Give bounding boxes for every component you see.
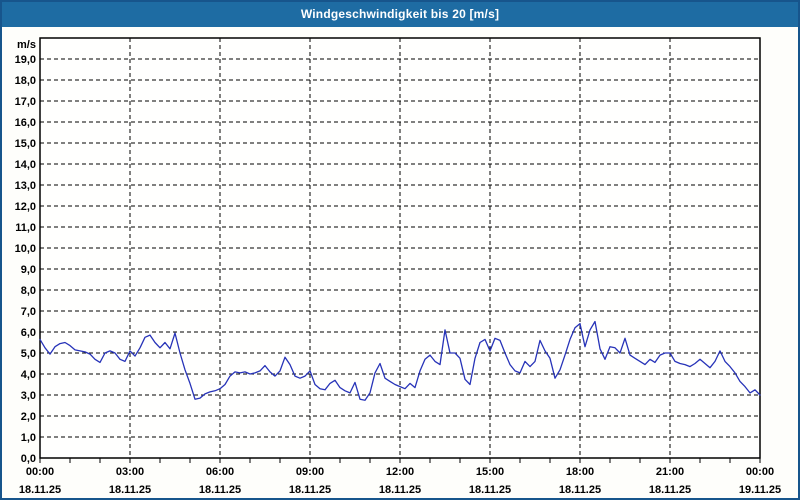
window-frame (0, 0, 800, 500)
